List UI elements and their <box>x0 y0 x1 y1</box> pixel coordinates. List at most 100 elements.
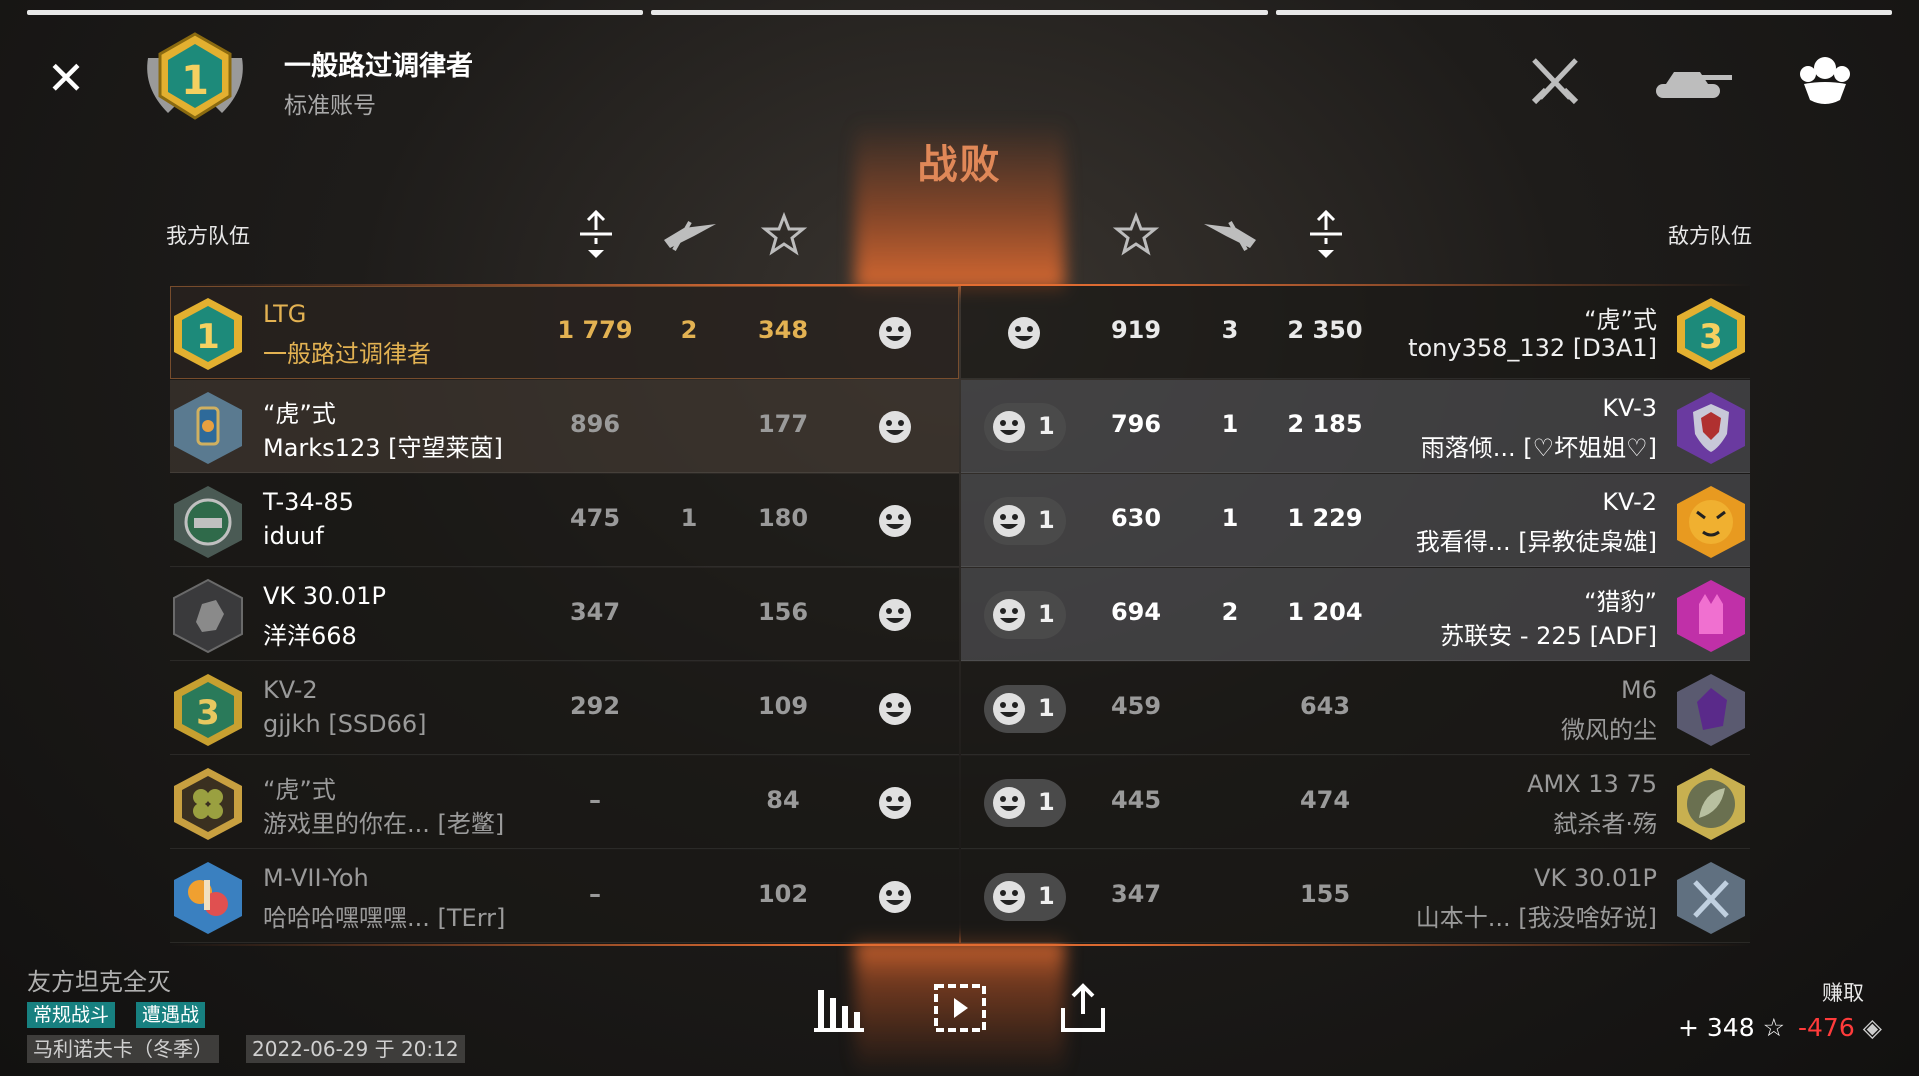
player-nick: 微风的尘 <box>1561 716 1657 744</box>
xp-star-icon-enemy <box>1112 211 1160 256</box>
xp-value: 796 <box>1110 410 1162 438</box>
damage-value: 2 350 <box>1287 316 1363 344</box>
vehicle-name: T-34-85 <box>263 488 354 516</box>
tank-icon[interactable] <box>1650 50 1734 110</box>
like-count: 1 <box>1038 600 1055 628</box>
smiley-icon <box>993 599 1025 631</box>
smiley-icon <box>993 693 1025 725</box>
vehicle-name: M-VII-Yoh <box>263 864 369 892</box>
players-icon[interactable] <box>1790 50 1860 110</box>
table-row: 3 KV-2 gjjkh [SSD66] 292 109 1 459 643 M… <box>0 662 1919 756</box>
smiley-icon[interactable] <box>878 786 912 820</box>
like-pill[interactable]: 1 <box>984 873 1066 921</box>
smiley-icon[interactable] <box>1007 316 1041 350</box>
vehicle-name: AMX 13 75 <box>1527 770 1657 798</box>
tiger-badge-icon <box>1677 486 1745 558</box>
table-row: VK 30.01P 洋洋668 347 156 1 694 2 1 204 “猎… <box>0 568 1919 662</box>
lantern-badge-icon <box>174 392 242 464</box>
clover-badge-icon <box>174 768 242 840</box>
vehicle-name: VK 30.01P <box>1534 864 1657 892</box>
kills-value: 3 <box>1221 316 1239 344</box>
like-pill[interactable]: 1 <box>984 403 1066 451</box>
table-row: “虎”式 Marks123 [守望莱茵] 896 177 1 796 1 2 1… <box>0 380 1919 474</box>
damage-value: 643 <box>1299 692 1351 720</box>
ally-team-label: 我方队伍 <box>166 224 250 248</box>
xp-value: 919 <box>1110 316 1162 344</box>
vehicle-name: M6 <box>1621 676 1657 704</box>
vehicle-name: VK 30.01P <box>263 582 386 610</box>
like-pill[interactable]: 1 <box>984 685 1066 733</box>
player-name: 一般路过调律者 <box>284 51 473 82</box>
kills-value: 1 <box>680 504 698 532</box>
xp-star-icon <box>760 211 808 256</box>
player-nick: 游戏里的你在... [老鳖] <box>263 810 505 838</box>
player-nick: 弑杀者·殇 <box>1553 810 1657 838</box>
kills-value: 1 <box>1221 504 1239 532</box>
xp-value: 84 <box>766 786 800 814</box>
vehicle-name: “虎”式 <box>263 400 336 428</box>
damage-value: 155 <box>1299 880 1351 908</box>
crossed-swords-icon[interactable] <box>1520 50 1590 110</box>
like-pill[interactable]: 1 <box>984 497 1066 545</box>
earned-credits: -476 ◈ <box>1798 1013 1882 1042</box>
damage-value: 896 <box>569 410 621 438</box>
damage-value: 292 <box>569 692 621 720</box>
table-row: T-34-85 iduuf 475 1 180 1 630 1 1 229 KV… <box>0 474 1919 568</box>
replay-icon[interactable] <box>932 980 988 1036</box>
progress-bar-1 <box>27 10 644 15</box>
damage-value: 1 779 <box>557 316 633 344</box>
smiley-icon[interactable] <box>878 598 912 632</box>
purple-gem-badge-icon <box>1677 674 1745 746</box>
player-nick: Marks123 [守望莱茵] <box>263 434 503 462</box>
damage-value: 2 185 <box>1287 410 1363 438</box>
map-name: 马利诺夫卡（冬季） <box>27 1035 219 1063</box>
smiley-icon[interactable] <box>878 410 912 444</box>
like-count: 1 <box>1038 412 1055 440</box>
xp-value: 156 <box>757 598 809 626</box>
like-count: 1 <box>1038 882 1055 910</box>
vehicle-name: LTG <box>263 300 307 328</box>
kills-value: 1 <box>1221 410 1239 438</box>
damage-value: – <box>589 786 601 814</box>
enemy-team-label: 敌方队伍 <box>1668 224 1752 248</box>
xp-star-icon: ☆ <box>1762 1013 1785 1042</box>
damage-value: 1 229 <box>1287 504 1363 532</box>
damage-value: 1 204 <box>1287 598 1363 626</box>
battle-outcome-message: 友方坦克全灭 <box>27 968 171 996</box>
stats-chart-icon[interactable] <box>812 980 868 1036</box>
smiley-icon[interactable] <box>878 504 912 538</box>
progress-bar-3 <box>1275 10 1892 15</box>
player-nick: tony358_132 [D3A1] <box>1408 334 1657 362</box>
like-pill[interactable]: 1 <box>984 779 1066 827</box>
progress-bar-2 <box>651 10 1268 15</box>
damage-value: – <box>589 880 601 908</box>
earnings-label: 赚取 <box>1822 981 1864 1005</box>
vehicle-name: KV-2 <box>263 676 318 704</box>
close-icon[interactable]: ✕ <box>44 55 88 101</box>
kills-icon <box>664 221 716 251</box>
player-nick: 苏联安 - 225 [ADF] <box>1440 622 1657 650</box>
player-nick: 洋洋668 <box>263 622 357 650</box>
xp-value: 102 <box>757 880 809 908</box>
damage-sort-icon[interactable] <box>572 210 620 260</box>
smiley-icon[interactable] <box>878 880 912 914</box>
like-count: 1 <box>1038 506 1055 534</box>
xp-value: 348 <box>757 316 809 344</box>
vehicle-name: KV-2 <box>1602 488 1657 516</box>
smiley-icon[interactable] <box>878 316 912 350</box>
damage-sort-icon-enemy[interactable] <box>1302 210 1350 260</box>
vehicle-name: “虎”式 <box>263 776 336 804</box>
rank-3-badge-icon: 3 <box>1677 298 1745 370</box>
smiley-icon[interactable] <box>878 692 912 726</box>
stone-badge-icon <box>173 578 243 654</box>
share-icon[interactable] <box>1055 980 1111 1036</box>
pink-cat-badge-icon <box>1677 580 1745 652</box>
damage-value: 347 <box>569 598 621 626</box>
smiley-icon <box>993 787 1025 819</box>
like-pill[interactable]: 1 <box>984 591 1066 639</box>
battle-datetime: 2022-06-29 于 20:12 <box>246 1035 465 1063</box>
purple-shield-badge-icon <box>1677 392 1745 464</box>
xp-value: 109 <box>757 692 809 720</box>
player-nick: 我看得... [异教徒枭雄] <box>1415 528 1657 556</box>
vehicle-name: “猎豹” <box>1584 588 1657 616</box>
